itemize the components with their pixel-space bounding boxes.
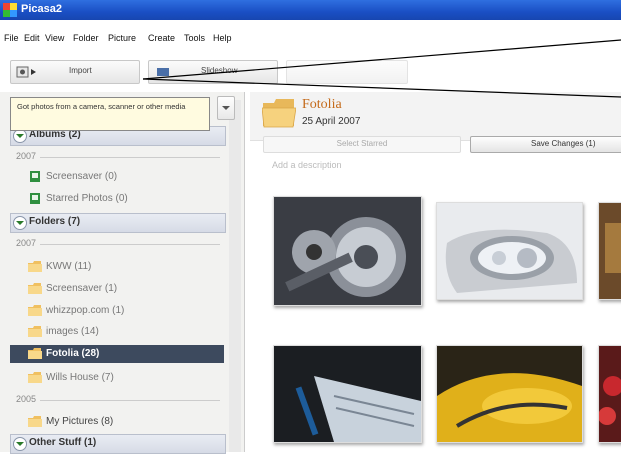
folder-date: 25 April 2007: [302, 116, 361, 127]
folder-icon: [28, 283, 42, 294]
album-icon: [30, 193, 40, 204]
folder-icon: [28, 348, 42, 359]
picasa-logo-icon: [3, 3, 17, 17]
import-tooltip: Got photos from a camera, scanner or oth…: [10, 97, 210, 131]
folder-icon: [28, 305, 42, 316]
photo-thumbnail[interactable]: [436, 202, 583, 300]
other-stuff-section-header[interactable]: Other Stuff (1): [10, 434, 226, 454]
folder-item-whizzpop[interactable]: whizzpop.com (1): [10, 302, 224, 320]
folder-item-label: Fotolia (28): [46, 348, 100, 359]
folder-item-my-pictures[interactable]: My Pictures (8): [10, 413, 224, 431]
folders-header-label: Folders (7): [29, 216, 81, 227]
folder-icon: [28, 416, 42, 427]
year-label: 2007: [16, 238, 37, 248]
folder-item-label: KWW (11): [46, 261, 92, 272]
folder-icon: [262, 99, 296, 128]
select-starred-label: Select Starred: [336, 139, 388, 148]
divider: [40, 400, 220, 401]
chevron-down-icon[interactable]: [217, 96, 235, 120]
collapse-toggle-icon[interactable]: [13, 216, 27, 230]
menu-picture[interactable]: Picture: [108, 33, 136, 43]
folder-icon: [28, 372, 42, 383]
folders-section-header[interactable]: Folders (7): [10, 213, 226, 233]
folder-title: Fotolia: [302, 97, 342, 112]
folder-item-label: Screensaver (1): [46, 283, 118, 294]
photo-thumbnail[interactable]: [598, 202, 621, 300]
menu-tools[interactable]: Tools: [184, 33, 205, 43]
tooltip-text: Got photos from a camera, scanner or oth…: [17, 102, 186, 111]
folder-item-label: My Pictures (8): [46, 416, 114, 427]
folder-item-images[interactable]: images (14): [10, 323, 224, 341]
slideshow-icon: [157, 68, 169, 76]
folder-item-fotolia-selected[interactable]: Fotolia (28): [10, 345, 224, 363]
slideshow-button[interactable]: Slideshow: [148, 60, 278, 84]
save-changes-label: Save Changes (1): [531, 139, 596, 148]
album-item-label: Screensaver (0): [46, 171, 118, 182]
folder-item-label: images (14): [46, 326, 99, 337]
menu-help[interactable]: Help: [213, 33, 232, 43]
album-icon: [30, 171, 40, 182]
menu-file[interactable]: File: [4, 33, 19, 43]
menu-create[interactable]: Create: [148, 33, 175, 43]
photo-thumbnail[interactable]: [273, 196, 422, 306]
folder-icon: [28, 261, 42, 272]
folder-item-wills-house[interactable]: Wills House (7): [10, 369, 224, 387]
toolbar: Import Slideshow: [0, 52, 621, 88]
slideshow-label: Slideshow: [201, 66, 238, 75]
menu-folder[interactable]: Folder: [73, 33, 99, 43]
year-label: 2005: [16, 394, 37, 404]
album-item-starred-photos[interactable]: Starred Photos (0): [10, 190, 224, 208]
folder-item-screensaver[interactable]: Screensaver (1): [10, 280, 224, 298]
photo-thumbnail[interactable]: [598, 345, 621, 443]
album-item-screensaver[interactable]: Screensaver (0): [10, 168, 224, 186]
folder-item-label: whizzpop.com (1): [46, 305, 125, 316]
menu-view[interactable]: View: [45, 33, 64, 43]
select-starred-button[interactable]: Select Starred: [263, 136, 461, 153]
divider: [40, 244, 220, 245]
divider: [40, 157, 220, 158]
folder-item-kww[interactable]: KWW (11): [10, 258, 224, 276]
collapse-toggle-icon[interactable]: [13, 129, 27, 143]
description-field[interactable]: Add a description: [272, 160, 342, 170]
year-label: 2007: [16, 151, 37, 161]
other-stuff-header-label: Other Stuff (1): [29, 437, 97, 448]
window-title: Picasa2: [21, 3, 62, 15]
folder-item-label: Wills House (7): [46, 372, 114, 383]
title-bar: Picasa2: [0, 0, 621, 20]
import-icon: [16, 66, 36, 78]
photo-thumbnail[interactable]: [436, 345, 583, 443]
sidebar-scrollbar[interactable]: [229, 100, 241, 452]
toolbar-button-disabled[interactable]: [286, 60, 408, 84]
album-item-label: Starred Photos (0): [46, 193, 128, 204]
collapse-toggle-icon[interactable]: [13, 437, 27, 451]
import-button[interactable]: Import: [10, 60, 140, 84]
menu-bar: File Edit View Folder Picture Create Too…: [0, 30, 621, 48]
photo-thumbnail[interactable]: [273, 345, 422, 443]
menu-edit[interactable]: Edit: [24, 33, 40, 43]
import-label: Import: [69, 66, 92, 75]
save-changes-button[interactable]: Save Changes (1): [470, 136, 621, 153]
folder-icon: [28, 326, 42, 337]
